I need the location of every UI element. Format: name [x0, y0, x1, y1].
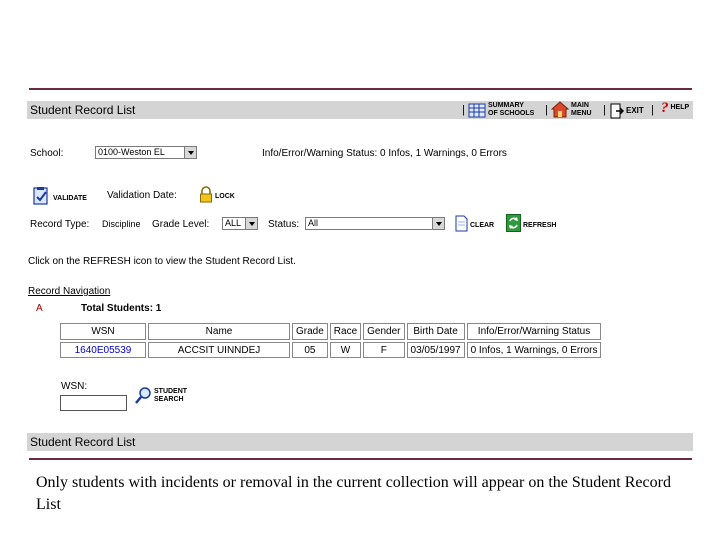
grade-level-select[interactable]: ALL [222, 217, 258, 230]
lock-label: LOCK [215, 192, 235, 200]
bottom-divider [29, 458, 692, 460]
wsn-search-label: WSN: [61, 381, 88, 392]
exit-button[interactable]: EXIT [610, 103, 644, 119]
instruction-text: Click on the REFRESH icon to view the St… [28, 256, 296, 267]
column-header-gender: Gender [363, 323, 405, 340]
padlock-icon [200, 186, 212, 203]
cell-birth-date: 03/05/1997 [406, 342, 465, 358]
clipboard-check-icon [33, 187, 48, 205]
cell-gender: F [363, 342, 405, 358]
record-type-value: Discipline [102, 219, 141, 229]
total-students: Total Students: 1 [81, 303, 162, 314]
lock-button[interactable]: LOCK [199, 186, 235, 203]
school-select[interactable]: 0100-Weston EL [95, 146, 197, 159]
separator: | [603, 104, 606, 116]
chevron-down-icon [432, 218, 444, 229]
validate-button[interactable]: VALIDATE [31, 186, 87, 206]
table-row[interactable]: 1640E05539 ACCSIT UINNDEJ 05 W F 03/05/1… [60, 342, 602, 358]
student-record-table: WSN Name Grade Race Gender Birth Date In… [58, 321, 603, 360]
top-divider [29, 88, 692, 90]
footer-title: Student Record List [30, 435, 136, 449]
main-menu-button[interactable]: MAIN MENU [551, 101, 592, 118]
chevron-down-icon [184, 147, 196, 158]
column-header-name: Name [148, 323, 290, 340]
wsn-search-input[interactable] [60, 395, 127, 411]
refresh-button[interactable]: REFRESH [506, 214, 556, 232]
help-icon: ? [661, 100, 669, 116]
house-icon [551, 101, 569, 118]
clear-label: CLEAR [470, 222, 495, 229]
magnifier-icon [135, 387, 151, 404]
header-bar: Student Record List [27, 101, 693, 119]
footer-bar: Student Record List [27, 433, 693, 451]
help-label: HELP [670, 104, 690, 111]
chevron-down-icon [245, 218, 257, 229]
separator: | [545, 104, 548, 116]
student-search-label: STUDENT SEARCH [154, 387, 188, 403]
exit-label: EXIT [626, 106, 644, 115]
student-search-button[interactable]: STUDENT SEARCH [135, 387, 187, 404]
exit-door-icon [610, 103, 624, 119]
cell-race: W [329, 342, 362, 358]
record-navigation-title: Record Navigation [28, 286, 111, 297]
column-header-birth-date: Birth Date [406, 323, 465, 340]
grade-level-label: Grade Level: [152, 219, 210, 230]
refresh-icon [506, 214, 521, 232]
cell-name: ACCSIT UINNDEJ [148, 342, 290, 358]
refresh-label: REFRESH [523, 221, 557, 229]
column-header-wsn: WSN [60, 323, 146, 340]
slide-caption: Only students with incidents or removal … [36, 474, 671, 513]
status-label: Status: [268, 219, 300, 230]
cell-wsn[interactable]: 1640E05539 [60, 342, 146, 358]
summary-of-schools-button[interactable]: SUMMARY OF SCHOOLS [468, 102, 534, 118]
help-button[interactable]: ? HELP [661, 100, 690, 116]
table-header-row: WSN Name Grade Race Gender Birth Date In… [60, 323, 602, 340]
separator: | [462, 104, 465, 116]
summary-label: SUMMARY OF SCHOOLS [488, 102, 535, 117]
cell-grade: 05 [292, 342, 328, 358]
main-menu-label: MAIN MENU [571, 101, 592, 117]
status-summary: Info/Error/Warning Status: 0 Infos, 1 Wa… [262, 148, 507, 159]
clear-button[interactable]: CLEAR [455, 215, 494, 232]
summary-grid-icon [468, 103, 486, 117]
status-select[interactable]: All [305, 217, 445, 230]
school-label: School: [30, 148, 64, 159]
nav-letter-a[interactable]: A [36, 303, 43, 314]
blank-page-icon [455, 215, 468, 232]
record-type-label: Record Type: [30, 219, 90, 230]
column-header-status: Info/Error/Warning Status [466, 323, 602, 340]
validation-date-label: Validation Date: [107, 190, 177, 201]
cell-status: 0 Infos, 1 Warnings, 0 Errors [466, 342, 602, 358]
separator: | [651, 104, 654, 116]
page-title: Student Record List [30, 103, 136, 117]
column-header-race: Race [329, 323, 362, 340]
validate-label: VALIDATE [53, 195, 87, 202]
column-header-grade: Grade [292, 323, 328, 340]
